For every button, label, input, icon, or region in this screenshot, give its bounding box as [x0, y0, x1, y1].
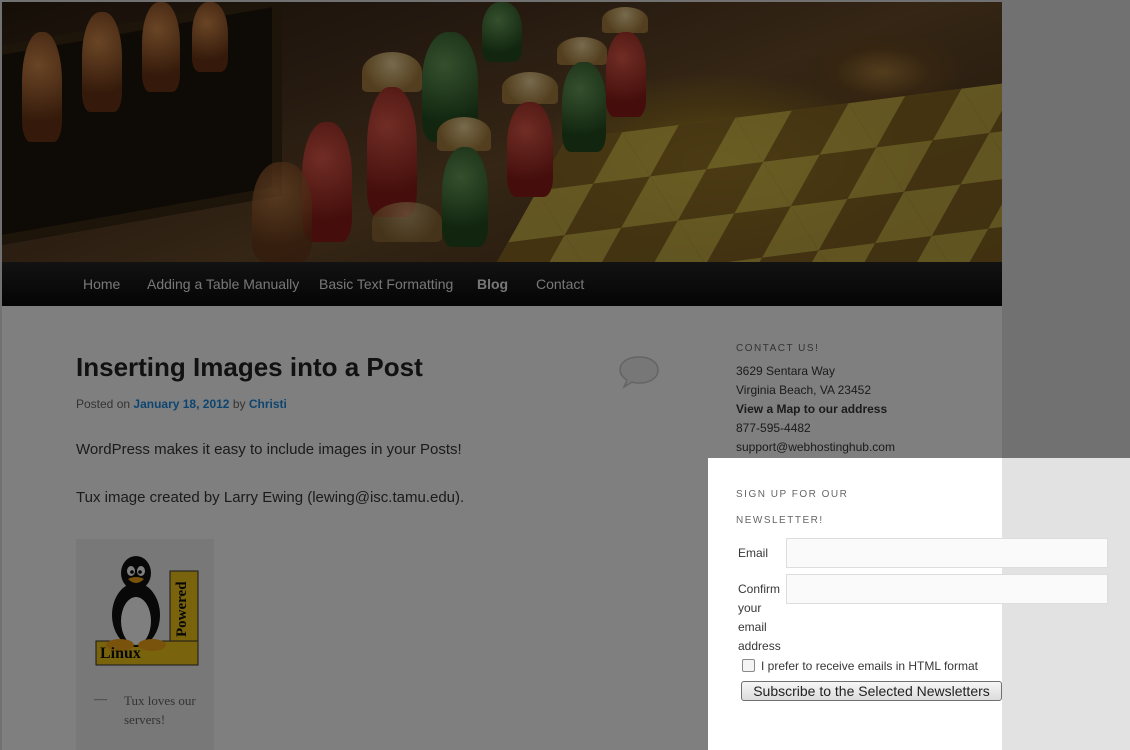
contact-email: support@webhostinghub.com — [736, 440, 895, 454]
html-format-label[interactable]: I prefer to receive emails in HTML forma… — [761, 659, 978, 673]
nav-item-basic-text-formatting[interactable]: Basic Text Formatting — [319, 262, 453, 306]
badge-text-powered: Powered — [174, 581, 190, 637]
tux-linux-powered-image[interactable]: Powered Linux — [94, 551, 202, 667]
post-title[interactable]: Inserting Images into a Post — [76, 352, 423, 383]
page-background-right — [1002, 0, 1130, 750]
comment-bubble-icon[interactable] — [618, 355, 660, 389]
post-date-link[interactable]: January 18, 2012 — [133, 397, 229, 411]
confirm-label-line: address — [738, 639, 781, 653]
contact-address-line-2: Virginia Beach, VA 23452 — [736, 383, 871, 397]
subscribe-button[interactable]: Subscribe to the Selected Newsletters — [741, 681, 1002, 701]
post-author-link[interactable]: Christi — [249, 397, 287, 411]
main-navigation: Home Adding a Table Manually Basic Text … — [2, 262, 1002, 306]
nav-item-contact[interactable]: Contact — [536, 262, 584, 306]
newsletter-email-input[interactable] — [786, 538, 1108, 568]
confirm-label-line: email — [738, 620, 767, 634]
view-map-link[interactable]: View a Map to our address — [736, 402, 887, 416]
badge-text-linux: Linux — [100, 645, 141, 662]
confirm-label-line: your — [738, 601, 762, 615]
contact-widget-title: CONTACT US! — [736, 343, 820, 354]
by-text: by — [232, 397, 246, 411]
nav-item-adding-a-table[interactable]: Adding a Table Manually — [147, 262, 299, 306]
nav-item-blog[interactable]: Blog — [477, 262, 508, 306]
contact-phone: 877-595-4482 — [736, 421, 811, 435]
header-image-chess — [2, 2, 1002, 262]
post-paragraph-2: Tux image created by Larry Ewing (lewing… — [76, 489, 465, 506]
post-paragraph-1: WordPress makes it easy to include image… — [76, 441, 462, 458]
post-image-figure: Powered Linux — Tux loves our servers! — [76, 539, 214, 750]
post-meta: Posted on January 18, 2012 by Christi — [76, 397, 287, 411]
nav-item-home[interactable]: Home — [83, 262, 120, 306]
image-caption: Tux loves our servers! — [124, 693, 196, 727]
confirm-email-label: Confirm your email address — [738, 580, 781, 656]
newsletter-title-line-2: NEWSLETTER! — [736, 515, 824, 526]
posted-on-prefix: Posted on — [76, 397, 131, 411]
newsletter-title-line-1: SIGN UP FOR OUR — [736, 489, 849, 500]
email-label: Email — [738, 546, 769, 560]
caption-dash: — — [94, 691, 107, 706]
html-format-checkbox[interactable] — [742, 659, 755, 672]
newsletter-confirm-email-input[interactable] — [786, 574, 1108, 604]
contact-address-line-1: 3629 Sentara Way — [736, 364, 835, 378]
confirm-label-line: Confirm — [738, 582, 781, 596]
